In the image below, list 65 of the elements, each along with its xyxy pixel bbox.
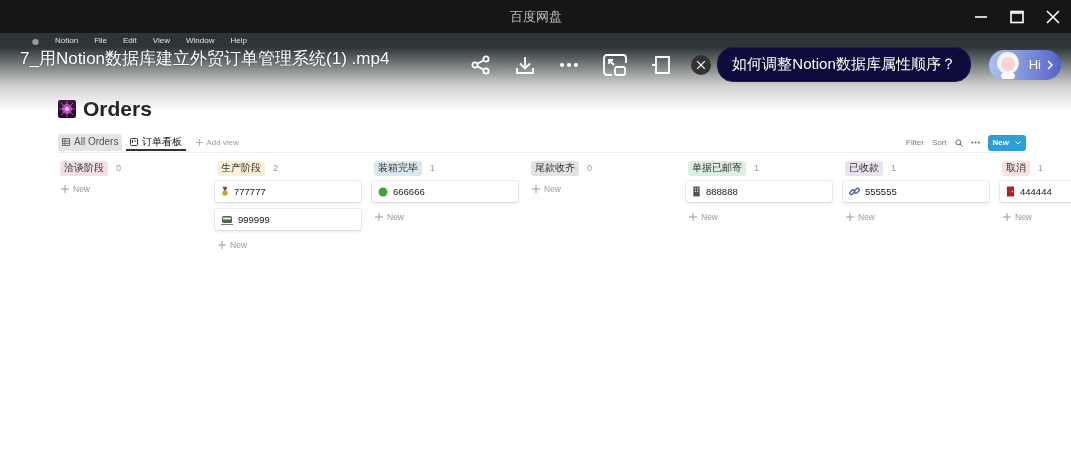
- menu-item[interactable]: View: [152, 36, 170, 45]
- view-tab[interactable]: All Orders: [58, 134, 123, 151]
- menu-item[interactable]: Notion: [55, 36, 79, 45]
- menu-item[interactable]: Edit: [123, 36, 137, 45]
- suggested-question[interactable]: 如何调整Notion数据库属性顺序？: [717, 47, 971, 82]
- order-card[interactable]: 555555: [843, 181, 989, 202]
- plus-icon: [375, 213, 383, 221]
- table-icon: [62, 137, 70, 146]
- video-title: 7_用Notion数据库建立外贸订单管理系统(1) .mp4: [20, 48, 390, 70]
- card-count: 1: [891, 163, 896, 173]
- plus-icon: [61, 185, 69, 193]
- status-tag: 生产阶段: [217, 160, 265, 176]
- close-prompt-button[interactable]: [691, 54, 712, 75]
- order-card[interactable]: 444444: [1000, 181, 1071, 202]
- building-icon: [692, 186, 701, 197]
- order-card[interactable]: 999999: [215, 209, 361, 230]
- card-count: 0: [587, 163, 592, 173]
- menu-item[interactable]: File: [94, 36, 107, 45]
- more-icon[interactable]: [559, 61, 580, 68]
- board-icon: [130, 137, 139, 146]
- picture-in-picture-icon[interactable]: [603, 52, 628, 77]
- chevron-right-icon: [1047, 59, 1053, 70]
- filter-button[interactable]: Filter: [906, 138, 924, 147]
- view-tab[interactable]: 订单看板: [126, 134, 187, 151]
- page-icon: [58, 100, 76, 118]
- status-tag: 装箱完毕: [374, 160, 422, 176]
- order-card[interactable]: 777777: [215, 181, 361, 202]
- status-tag: 尾款收齐: [531, 160, 579, 176]
- maximize-icon[interactable]: [1009, 8, 1025, 25]
- train-icon: [221, 214, 233, 225]
- status-tag: 洽谈阶段: [60, 160, 108, 176]
- status-tag: 取消: [1002, 160, 1030, 176]
- link-icon: [849, 186, 860, 197]
- plus-icon: [218, 241, 226, 249]
- order-card[interactable]: 666666: [372, 181, 518, 202]
- menu-item[interactable]: Help: [230, 36, 247, 45]
- plus-icon: [196, 139, 204, 146]
- share-icon[interactable]: [471, 54, 492, 75]
- close-icon: [697, 60, 706, 69]
- card-count: 2: [273, 163, 278, 173]
- close-icon[interactable]: [1045, 8, 1061, 25]
- assistant-button[interactable]: Hi: [988, 49, 1061, 80]
- more-icon[interactable]: [970, 141, 980, 144]
- card-count: 1: [754, 163, 759, 173]
- menu-item[interactable]: Window: [186, 36, 215, 45]
- card-count: 1: [1038, 163, 1043, 173]
- caret-icon: [1015, 140, 1021, 145]
- plus-icon: [1003, 213, 1011, 221]
- order-card[interactable]: 888888: [686, 181, 832, 202]
- page-title: Orders: [83, 97, 152, 121]
- door-icon: [1006, 186, 1015, 197]
- search-icon[interactable]: [954, 138, 963, 147]
- apple-menu-icon[interactable]: [32, 36, 39, 45]
- medal-icon: [221, 186, 229, 197]
- status-tag: 单据已邮寄: [688, 160, 746, 176]
- plus-icon: [846, 213, 854, 221]
- status-tag: 已收款: [845, 160, 883, 176]
- card-count: 1: [430, 163, 435, 173]
- card-count: 0: [116, 163, 121, 173]
- download-icon[interactable]: [515, 54, 536, 75]
- plus-icon: [689, 213, 697, 221]
- window-title: 百度网盘: [509, 8, 562, 26]
- plus-icon: [532, 185, 540, 193]
- dot-icon: [378, 186, 388, 197]
- sort-button[interactable]: Sort: [931, 138, 947, 147]
